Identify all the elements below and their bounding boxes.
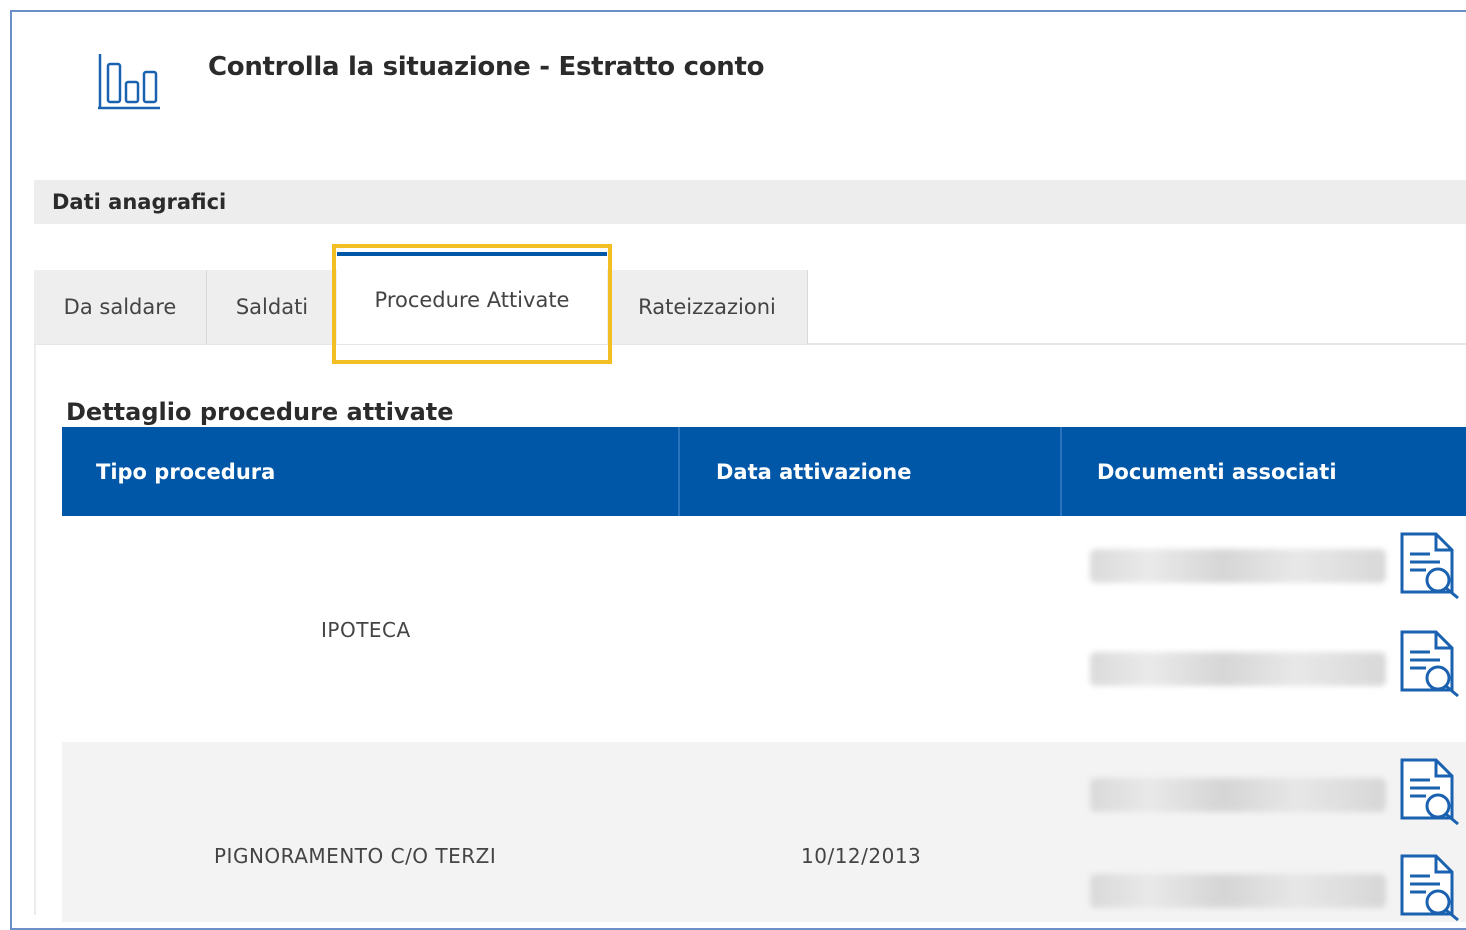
- bar-chart-icon: [98, 54, 160, 110]
- page-title: Controlla la situazione - Estratto conto: [208, 52, 765, 82]
- content-border: [34, 345, 36, 915]
- document-search-icon[interactable]: [1396, 530, 1462, 600]
- tab-divider: [807, 270, 808, 344]
- tab-da-saldare[interactable]: Da saldare: [34, 270, 206, 344]
- tab-procedure-attivate[interactable]: Procedure Attivate: [337, 252, 607, 344]
- column-divider: [678, 427, 680, 516]
- tab-saldati[interactable]: Saldati: [207, 270, 337, 344]
- column-divider: [1060, 427, 1062, 516]
- document-search-icon[interactable]: [1396, 852, 1462, 922]
- document-code-redacted: [1090, 549, 1386, 583]
- cell-tipo-procedura: PIGNORAMENTO C/O TERZI: [214, 844, 497, 868]
- section-title: Dati anagrafici: [52, 190, 227, 214]
- document-code-redacted: [1090, 778, 1386, 812]
- cell-tipo-procedura: IPOTECA: [321, 618, 411, 642]
- detail-title: Dettaglio procedure attivate: [66, 398, 454, 426]
- document-search-icon[interactable]: [1396, 628, 1462, 698]
- document-code-redacted: [1090, 874, 1386, 908]
- cell-data-attivazione: 10/12/2013: [801, 844, 922, 868]
- section-header-bar: [34, 180, 1466, 224]
- column-header-tipo: Tipo procedura: [96, 459, 276, 484]
- tab-rateizzazioni[interactable]: Rateizzazioni: [607, 270, 807, 344]
- column-header-data: Data attivazione: [716, 459, 912, 484]
- document-search-icon[interactable]: [1396, 756, 1462, 826]
- document-code-redacted: [1090, 652, 1386, 686]
- column-header-documenti: Documenti associati: [1097, 459, 1337, 484]
